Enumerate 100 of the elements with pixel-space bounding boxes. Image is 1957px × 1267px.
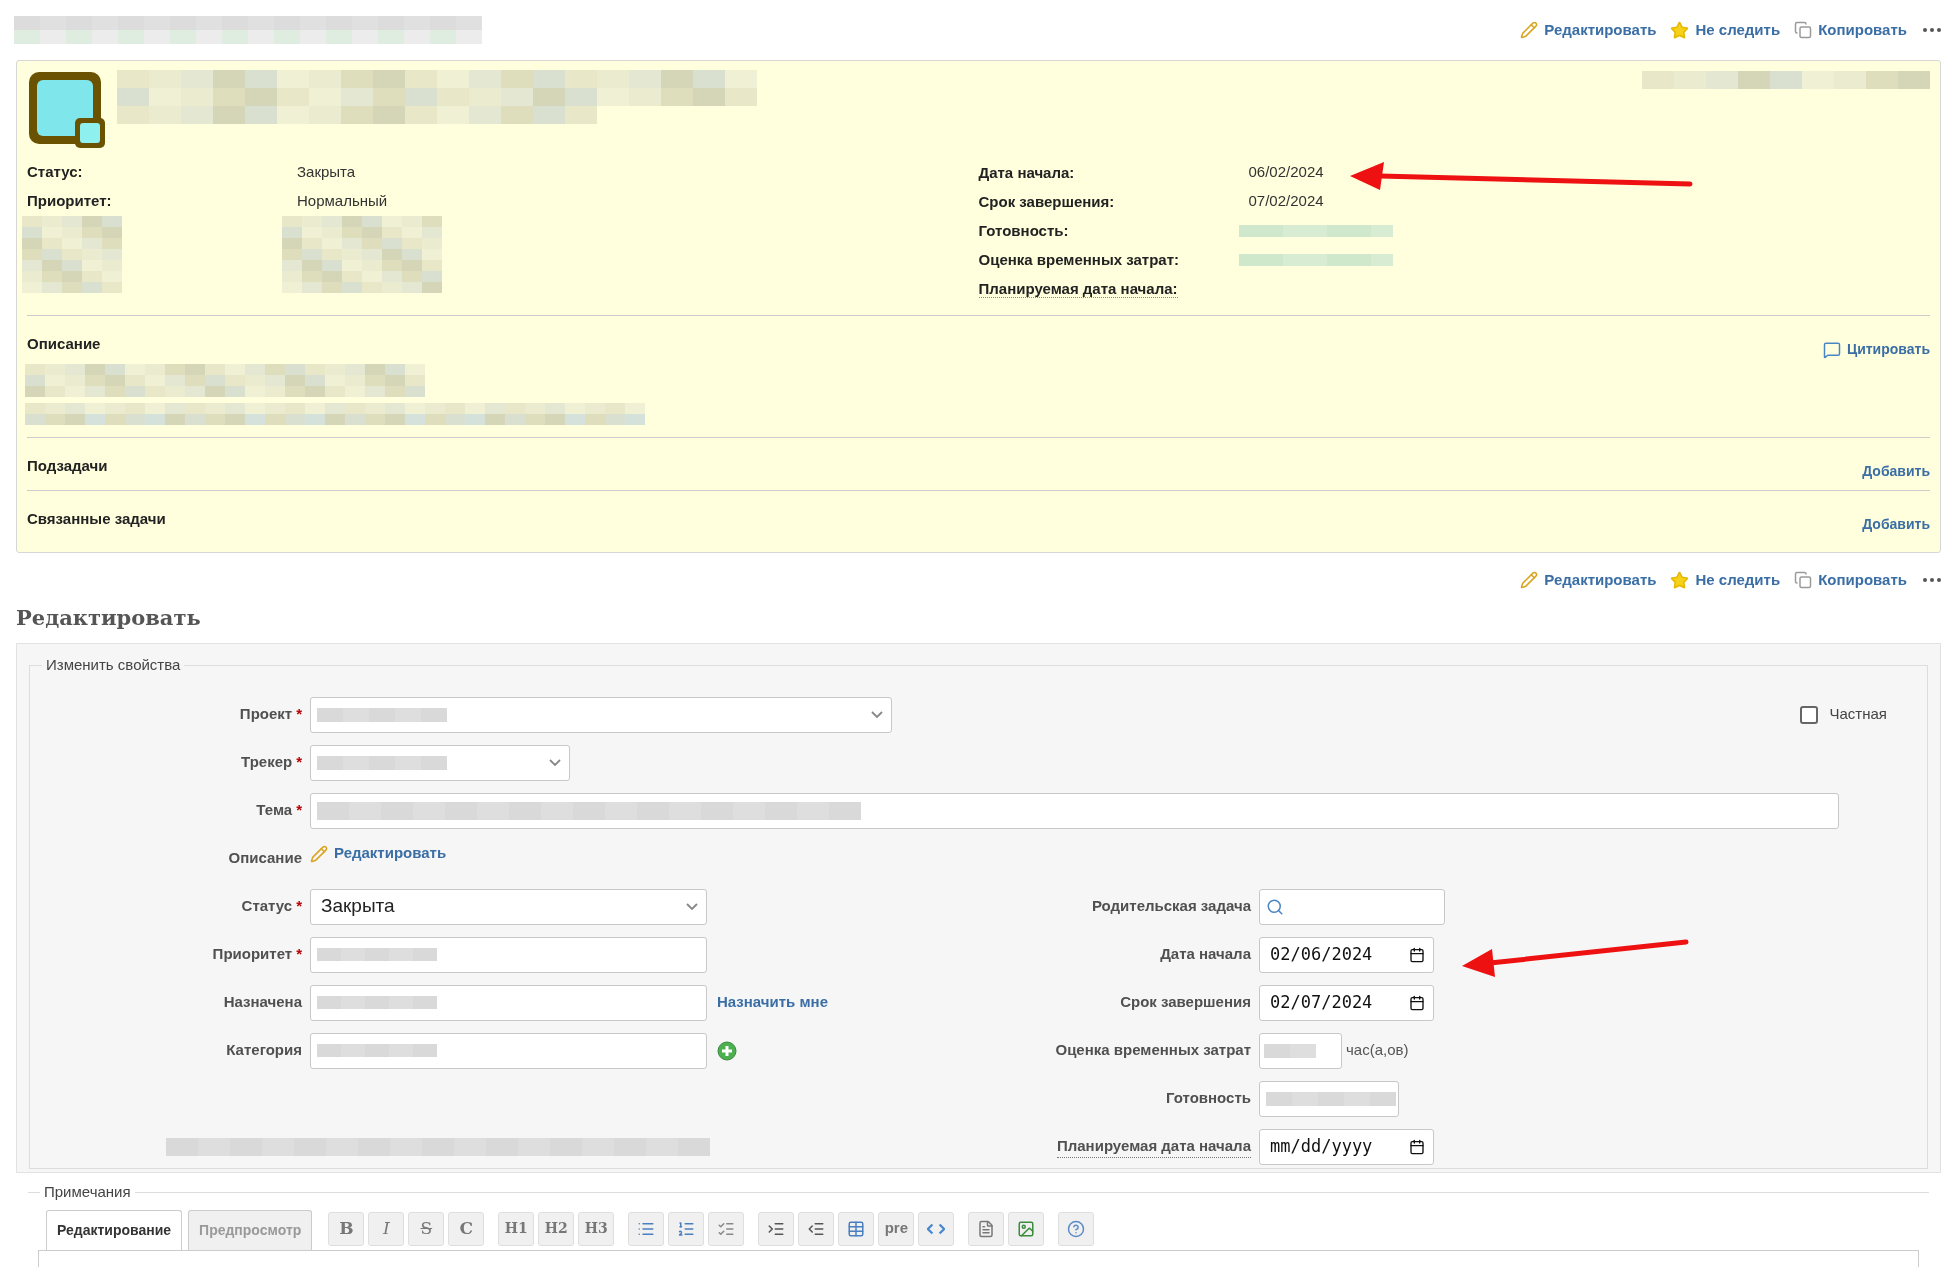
- section-title: Связанные задачи: [27, 509, 166, 529]
- star-icon: [1670, 20, 1690, 40]
- toolbar-button[interactable]: H3: [578, 1211, 615, 1246]
- search-field[interactable]: [1259, 888, 1445, 925]
- add-link[interactable]: Добавить: [1862, 461, 1930, 482]
- copy-icon: [1794, 21, 1813, 39]
- toolbar-button[interactable]: [918, 1211, 955, 1246]
- pencil-icon: [310, 844, 328, 863]
- required-mark: *: [296, 944, 302, 965]
- select-field[interactable]: [310, 696, 892, 733]
- field-label: Трекер: [241, 752, 293, 773]
- toolbar-button[interactable]: S: [408, 1211, 445, 1246]
- attribute-label: Оценка временных затрат:: [978, 250, 1179, 268]
- edit-link[interactable]: Редактировать: [1520, 569, 1657, 592]
- toolbar-button[interactable]: B: [328, 1211, 365, 1246]
- date-field[interactable]: mm/dd/yyyy: [1259, 1128, 1434, 1165]
- more-icon: [1923, 578, 1941, 583]
- edit-link[interactable]: Редактировать: [1520, 18, 1657, 42]
- unit-label: час(а,ов): [1346, 1040, 1409, 1061]
- quote-link[interactable]: Цитировать: [1822, 339, 1930, 360]
- toolbar-button[interactable]: [1008, 1211, 1045, 1246]
- text-field[interactable]: [310, 792, 1839, 829]
- required-mark: *: [296, 896, 302, 917]
- checkbox-label: Частная: [1829, 704, 1887, 725]
- chevron-icon: [871, 711, 883, 718]
- field-label: Срок завершения: [1120, 992, 1251, 1013]
- watch-link[interactable]: Не следить: [1670, 569, 1781, 592]
- more-icon: [1923, 28, 1941, 32]
- page-heading: Редактировать: [15, 603, 202, 632]
- speech-bubble-icon: [1822, 340, 1841, 359]
- attribute-value: 07/02/2024: [1248, 191, 1324, 212]
- copy-link[interactable]: Копировать: [1794, 569, 1907, 592]
- more-button[interactable]: [1921, 578, 1943, 583]
- required-mark: *: [296, 800, 302, 821]
- search-icon: [1266, 897, 1284, 916]
- editor-tab[interactable]: Редактирование: [46, 1209, 183, 1250]
- toolbar-button[interactable]: [758, 1211, 795, 1246]
- attribute-value: 06/02/2024: [1248, 162, 1324, 183]
- date-field[interactable]: 02/07/2024: [1259, 984, 1434, 1021]
- assign-to-me-link[interactable]: Назначить мне: [717, 991, 828, 1014]
- help-icon: [1067, 1219, 1086, 1238]
- field-label: Проект: [239, 704, 293, 725]
- toolbar-button[interactable]: [838, 1211, 875, 1246]
- copy-link[interactable]: Копировать: [1794, 18, 1907, 42]
- calendar-icon: [1409, 946, 1425, 963]
- field-label: Назначена: [223, 992, 302, 1013]
- toolbar-button[interactable]: [628, 1211, 665, 1246]
- number-field[interactable]: [1259, 1032, 1342, 1069]
- table-icon: [847, 1219, 866, 1238]
- chevron-icon: [549, 759, 561, 766]
- add-link[interactable]: Добавить: [1862, 514, 1930, 535]
- private-checkbox[interactable]: [1799, 705, 1818, 724]
- image-icon: [1017, 1219, 1036, 1238]
- avatar-icon: [27, 70, 107, 150]
- pencil-icon: [1520, 21, 1539, 39]
- attribute-label: Срок завершения:: [978, 192, 1115, 210]
- attribute-label: Готовность:: [978, 221, 1069, 239]
- attribute-label: Статус:: [27, 162, 84, 183]
- toolbar-button[interactable]: [1058, 1211, 1095, 1246]
- calendar-icon: [1409, 994, 1425, 1011]
- attribute-label: Приоритет:: [27, 191, 113, 212]
- toolbar-button[interactable]: H1: [498, 1211, 535, 1246]
- calendar-icon: [1409, 1138, 1425, 1155]
- toolbar-button[interactable]: [968, 1211, 1005, 1246]
- toolbar-button[interactable]: [798, 1211, 835, 1246]
- select-field[interactable]: [310, 744, 570, 781]
- select-field[interactable]: [310, 936, 707, 973]
- attribute-value: Нормальный: [297, 191, 388, 212]
- toolbar-button[interactable]: pre: [878, 1211, 915, 1246]
- section-title: Подзадачи: [27, 456, 108, 476]
- field-label: Тема: [256, 800, 293, 821]
- toolbar-button[interactable]: C: [448, 1211, 485, 1246]
- required-mark: *: [296, 752, 302, 773]
- star-icon: [1670, 570, 1690, 590]
- fieldset-legend: Примечания: [40, 1181, 135, 1204]
- field-label: Готовность: [1166, 1088, 1251, 1109]
- edit-description-link[interactable]: Редактировать: [310, 842, 447, 865]
- toolbar-button[interactable]: I: [368, 1211, 405, 1246]
- field-label: Категория: [226, 1040, 302, 1061]
- more-button[interactable]: [1921, 28, 1943, 32]
- document-icon: [977, 1219, 996, 1238]
- field-label: Статус: [241, 896, 293, 917]
- select-field[interactable]: [310, 1032, 707, 1069]
- attribute-label: Планируемая дата начала:: [978, 279, 1178, 298]
- attribute-label: Дата начала:: [978, 163, 1075, 181]
- field-label: Дата начала: [1160, 944, 1251, 965]
- field-label: Приоритет: [212, 944, 293, 965]
- toolbar-button[interactable]: [708, 1211, 745, 1246]
- numbered-list-icon: [677, 1219, 696, 1238]
- toolbar-button[interactable]: H2: [538, 1211, 575, 1246]
- select-field[interactable]: Закрыта: [310, 888, 707, 925]
- date-field[interactable]: 02/06/2024: [1259, 936, 1434, 973]
- field-label: Родительская задача: [1091, 896, 1251, 917]
- add-icon[interactable]: [717, 1040, 737, 1061]
- watch-link[interactable]: Не следить: [1670, 18, 1781, 42]
- attribute-value: Закрыта: [297, 162, 356, 183]
- select-field[interactable]: [1259, 1080, 1399, 1117]
- select-field[interactable]: [310, 984, 707, 1021]
- toolbar-button[interactable]: [668, 1211, 705, 1246]
- copy-icon: [1794, 571, 1813, 590]
